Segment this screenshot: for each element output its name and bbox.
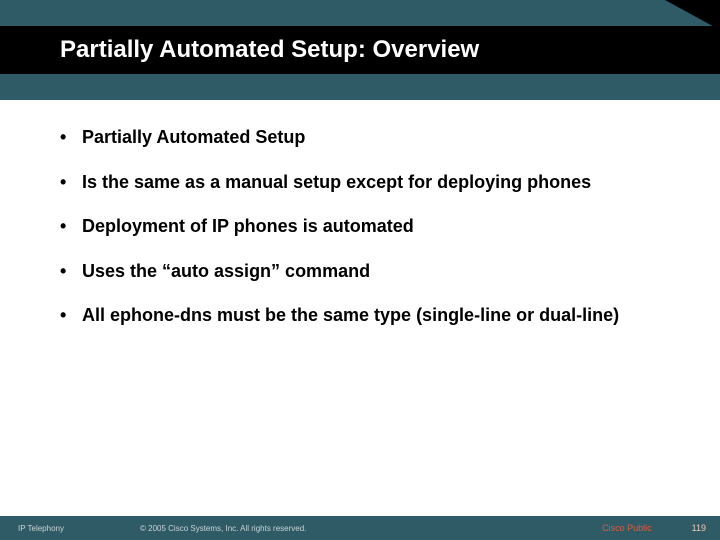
footer-copyright: © 2005 Cisco Systems, Inc. All rights re… bbox=[140, 524, 602, 533]
footer-left-text: IP Telephony bbox=[0, 524, 140, 533]
title-bar: Partially Automated Setup: Overview bbox=[0, 26, 720, 74]
list-item: All ephone-dns must be the same type (si… bbox=[60, 304, 660, 327]
footer-page-number: 119 bbox=[692, 523, 720, 533]
list-item: Is the same as a manual setup except for… bbox=[60, 171, 660, 194]
slide-title: Partially Automated Setup: Overview bbox=[60, 36, 479, 63]
list-item: Partially Automated Setup bbox=[60, 126, 660, 149]
list-item: Deployment of IP phones is automated bbox=[60, 215, 660, 238]
header-band: Partially Automated Setup: Overview bbox=[0, 0, 720, 100]
footer: IP Telephony © 2005 Cisco Systems, Inc. … bbox=[0, 516, 720, 540]
footer-public-label: Cisco Public bbox=[602, 523, 692, 533]
content-area: Partially Automated Setup Is the same as… bbox=[0, 100, 720, 327]
list-item: Uses the “auto assign” command bbox=[60, 260, 660, 283]
bullet-list: Partially Automated Setup Is the same as… bbox=[60, 126, 660, 327]
